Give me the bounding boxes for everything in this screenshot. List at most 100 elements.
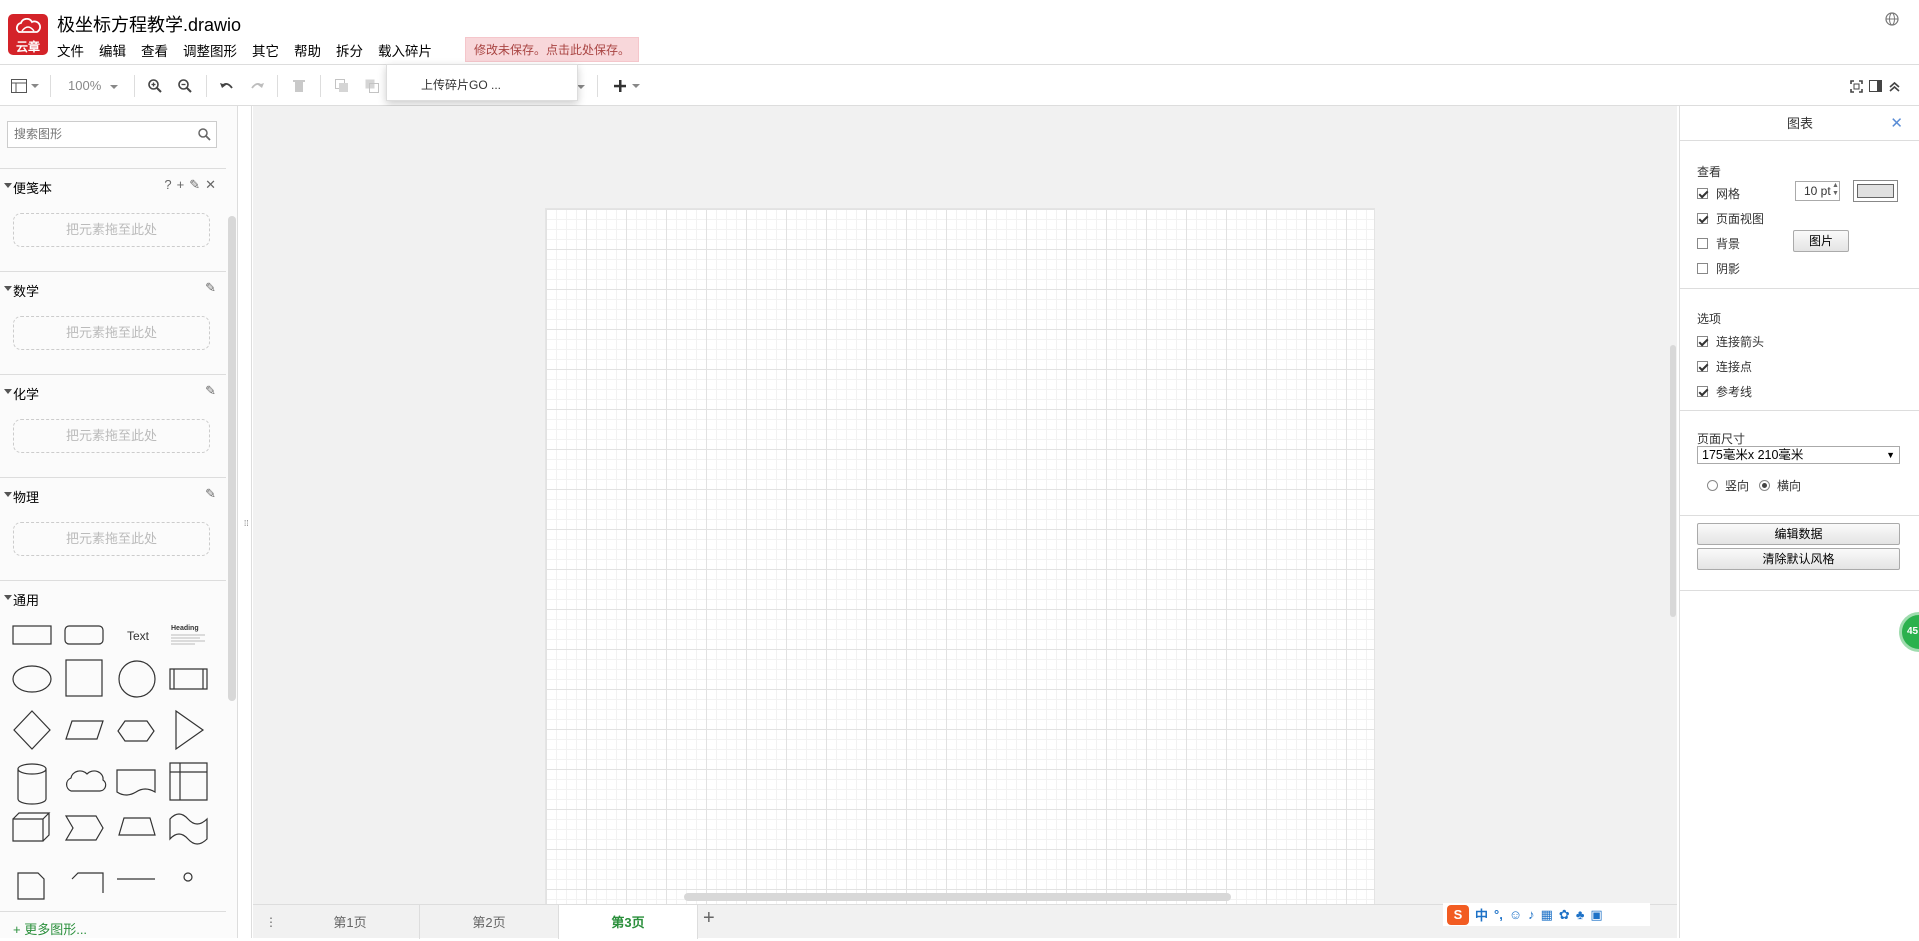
page-menu-icon[interactable]: ⋮ [265, 915, 277, 929]
unsaved-changes-warning[interactable]: 修改未保存。点击此处保存。 [465, 37, 640, 62]
drop-zone[interactable]: 把元素拖至此处 [13, 419, 210, 453]
emoji-icon[interactable]: ☺ [1509, 907, 1522, 922]
zoom-in-button[interactable] [145, 77, 165, 95]
keyboard-icon[interactable]: ▦ [1541, 907, 1553, 923]
background-checkbox[interactable]: 背景 [1697, 235, 1740, 252]
search-icon[interactable] [198, 128, 211, 141]
checkbox[interactable] [1697, 188, 1708, 199]
app-logo[interactable]: 云章 [8, 14, 48, 55]
grid-size-stepper[interactable]: ▲ ▼ [1831, 182, 1840, 198]
add-icon[interactable]: + [177, 177, 185, 193]
checkbox[interactable] [1697, 213, 1708, 224]
tools-icon[interactable]: ✿ [1559, 907, 1570, 923]
edit-data-button[interactable]: 编辑数据 [1697, 523, 1900, 545]
connection-arrows-checkbox[interactable]: 连接箭头 [1697, 333, 1764, 350]
fullscreen-icon [1849, 79, 1863, 93]
more-shapes-label[interactable]: + 更多图形... [13, 919, 87, 938]
globe-icon[interactable] [1885, 12, 1899, 26]
search-input[interactable] [14, 127, 194, 141]
connection-points-checkbox[interactable]: 连接点 [1697, 358, 1752, 375]
zoom-level[interactable]: 100% [68, 78, 101, 93]
close-icon[interactable]: ✕ [1890, 114, 1903, 132]
delete-button[interactable] [289, 77, 309, 95]
landscape-radio[interactable]: 横向 [1759, 477, 1801, 494]
chevron-down-icon[interactable] [110, 85, 118, 89]
fullscreen-button[interactable] [1848, 77, 1864, 95]
sidebar-splitter[interactable]: ⁞⁞ [238, 106, 252, 938]
diagram-page[interactable] [545, 208, 1375, 904]
close-icon[interactable]: ✕ [205, 177, 216, 193]
page-view-checkbox[interactable]: 页面视图 [1697, 210, 1764, 227]
drop-zone[interactable]: 把元素拖至此处 [13, 522, 210, 556]
drop-zone[interactable]: 把元素拖至此处 [13, 213, 210, 247]
panel-toggle-button[interactable] [9, 77, 41, 95]
punctuation-icon[interactable]: °, [1494, 907, 1503, 922]
menu-extras[interactable]: 其它 [252, 40, 279, 60]
section-header[interactable]: 通用 [0, 580, 226, 612]
skin-icon[interactable]: ♣ [1576, 907, 1585, 922]
toolbar: 100% [0, 65, 1919, 106]
edit-icon[interactable]: ✎ [205, 486, 216, 502]
menu-load-fragment[interactable]: 载入碎片 [378, 40, 432, 60]
menu-edit[interactable]: 编辑 [99, 40, 126, 60]
zoom-out-button[interactable] [175, 77, 195, 95]
checkbox[interactable] [1697, 386, 1708, 397]
checkbox[interactable] [1697, 263, 1708, 274]
redo-button[interactable] [247, 77, 267, 95]
menu-grid-icon[interactable]: ▣ [1590, 907, 1602, 923]
menu-split[interactable]: 拆分 [336, 40, 363, 60]
tab-page-1[interactable]: 第1页 [281, 905, 420, 939]
rounded-rectangle-shape [64, 625, 104, 645]
tab-page-2[interactable]: 第2页 [420, 905, 559, 939]
checkbox[interactable] [1697, 336, 1708, 347]
tab-page-3[interactable]: 第3页 [559, 905, 698, 939]
diagram-canvas[interactable] [253, 106, 1677, 904]
section-header[interactable]: 化学 ✎ [0, 374, 226, 406]
insert-button[interactable] [610, 77, 642, 95]
shadow-checkbox[interactable]: 阴影 [1697, 260, 1740, 277]
section-header[interactable]: 便笺本 ? + ✎ ✕ [0, 168, 226, 200]
to-back-button[interactable] [362, 77, 382, 95]
radio-button[interactable] [1759, 480, 1770, 491]
help-icon[interactable]: ? [164, 177, 171, 193]
grid-color-picker[interactable] [1853, 180, 1898, 202]
guides-checkbox[interactable]: 参考线 [1697, 383, 1752, 400]
menu-file[interactable]: 文件 [57, 40, 84, 60]
more-shapes-link[interactable]: + 更多图形... [0, 911, 226, 938]
horizontal-scrollbar[interactable] [684, 893, 1231, 901]
ime-language-toggle[interactable]: 中 [1475, 905, 1488, 924]
grid-checkbox[interactable]: 网格 [1697, 185, 1740, 202]
drop-zone[interactable]: 把元素拖至此处 [13, 316, 210, 350]
radio-button[interactable] [1707, 480, 1718, 491]
background-image-button[interactable]: 图片 [1793, 230, 1849, 252]
page-size-select[interactable]: 175毫米x 210毫米 ▼ [1697, 446, 1900, 464]
edit-icon[interactable]: ✎ [189, 177, 200, 193]
section-header[interactable]: 物理 ✎ [0, 477, 226, 509]
menu-help[interactable]: 帮助 [294, 40, 321, 60]
sogou-logo-icon[interactable]: S [1447, 904, 1469, 925]
to-front-button[interactable] [332, 77, 352, 95]
document-title[interactable]: 极坐标方程教学.drawio [57, 11, 241, 37]
add-page-icon[interactable]: + [703, 907, 715, 930]
checkbox[interactable] [1697, 361, 1708, 372]
checkbox[interactable] [1697, 238, 1708, 249]
vertical-scrollbar[interactable] [1670, 345, 1676, 617]
collapse-toolbar-button[interactable] [1886, 77, 1902, 95]
radio-label: 竖向 [1725, 479, 1750, 493]
undo-button[interactable] [216, 77, 236, 95]
format-panel-toggle-button[interactable] [1867, 77, 1883, 95]
chevron-down-icon[interactable] [577, 85, 585, 89]
menu-view[interactable]: 查看 [141, 40, 168, 60]
section-header[interactable]: 数学 ✎ [0, 271, 226, 303]
edit-icon[interactable]: ✎ [205, 280, 216, 296]
chevron-down-icon [4, 492, 12, 497]
menu-arrange[interactable]: 调整图形 [183, 40, 237, 60]
drag-handle-icon[interactable]: ⁞⁞ [244, 519, 248, 528]
sidebar-scrollbar[interactable] [228, 216, 236, 701]
clear-default-style-button[interactable]: 清除默认风格 [1697, 548, 1900, 570]
portrait-radio[interactable]: 竖向 [1707, 477, 1749, 494]
toolbar-divider [206, 75, 207, 97]
edit-icon[interactable]: ✎ [205, 383, 216, 399]
microphone-icon[interactable]: ♪ [1528, 907, 1535, 922]
upload-fragment-menu-item[interactable]: 上传碎片GO ... [421, 76, 501, 93]
